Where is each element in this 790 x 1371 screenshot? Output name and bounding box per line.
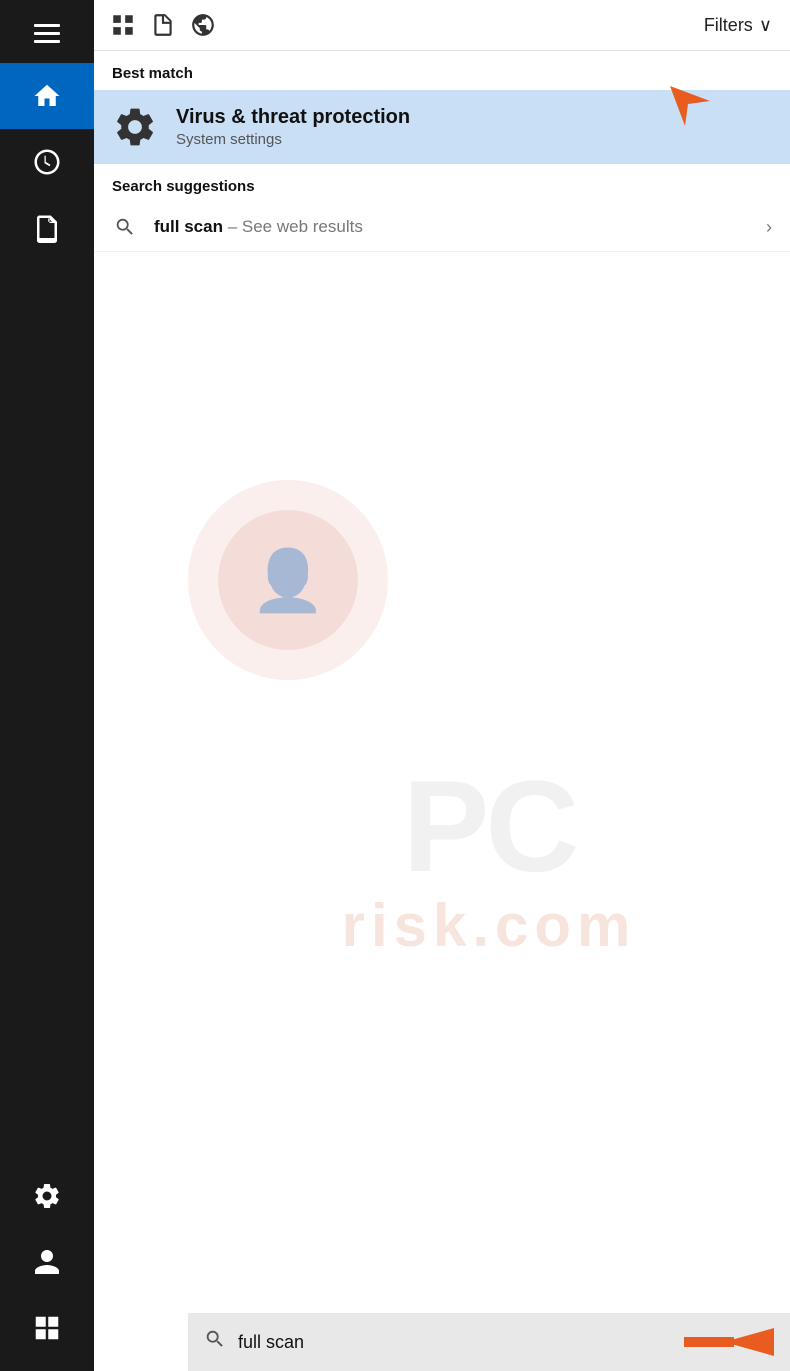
account-icon — [32, 1247, 62, 1277]
sidebar-bottom — [0, 1163, 94, 1371]
suggestion-chevron-icon: › — [766, 217, 772, 238]
settings-icon — [32, 1181, 62, 1211]
document-tab-icon — [150, 12, 176, 38]
best-match-subtitle: System settings — [176, 131, 410, 148]
sidebar-item-media[interactable] — [0, 129, 94, 195]
sidebar-nav — [0, 63, 94, 261]
filters-label: Filters — [704, 15, 753, 36]
document-button[interactable] — [150, 12, 176, 38]
document-icon — [32, 213, 62, 243]
globe-icon — [190, 12, 216, 38]
search-bar-icon — [204, 1328, 226, 1356]
search-suggestions-label: Search suggestions — [94, 164, 790, 203]
suggestion-normal-text: – See web results — [223, 217, 363, 236]
sidebar — [0, 0, 94, 1371]
best-match-item[interactable]: Virus & threat protection System setting… — [94, 90, 790, 164]
grid-view-button[interactable] — [110, 12, 136, 38]
globe-button[interactable] — [190, 12, 216, 38]
search-bar-arrow-annotation — [684, 1320, 774, 1364]
sidebar-item-account[interactable] — [0, 1229, 94, 1295]
sidebar-item-start[interactable] — [0, 1295, 94, 1361]
media-icon — [32, 147, 62, 177]
filters-button[interactable]: Filters ∨ — [704, 15, 772, 36]
best-match-text-group: Virus & threat protection System setting… — [176, 106, 410, 148]
search-bar-magnifier-icon — [204, 1328, 226, 1350]
search-suggestion-icon — [112, 216, 138, 238]
search-results-area: Best match Virus & threat protection Sys… — [94, 51, 790, 1371]
suggestion-item-fullscan[interactable]: full scan – See web results › — [94, 203, 790, 252]
sidebar-item-settings[interactable] — [0, 1163, 94, 1229]
search-input[interactable] — [238, 1332, 672, 1353]
main-content: Filters ∨ Best match Virus & threat prot… — [94, 0, 790, 1371]
suggestion-bold-text: full scan — [154, 217, 223, 236]
sidebar-item-document[interactable] — [0, 195, 94, 261]
windows-icon — [32, 1313, 62, 1343]
home-icon — [32, 81, 62, 111]
annotation-arrow — [660, 76, 740, 161]
suggestion-text: full scan – See web results — [154, 217, 750, 237]
hamburger-menu[interactable] — [0, 10, 94, 57]
grid-view-icon — [110, 12, 136, 38]
topbar-icons — [110, 12, 690, 38]
orange-left-arrow-icon — [684, 1320, 774, 1364]
hamburger-icon — [34, 24, 60, 43]
gear-icon — [112, 104, 158, 150]
topbar: Filters ∨ — [94, 0, 790, 51]
best-match-title: Virus & threat protection — [176, 106, 410, 129]
best-match-gear-icon-container — [112, 104, 158, 150]
sidebar-item-home[interactable] — [0, 63, 94, 129]
search-bar — [188, 1313, 790, 1371]
filters-chevron-icon: ∨ — [759, 15, 772, 36]
orange-arrow-icon — [660, 76, 740, 156]
magnifier-icon — [114, 216, 136, 238]
